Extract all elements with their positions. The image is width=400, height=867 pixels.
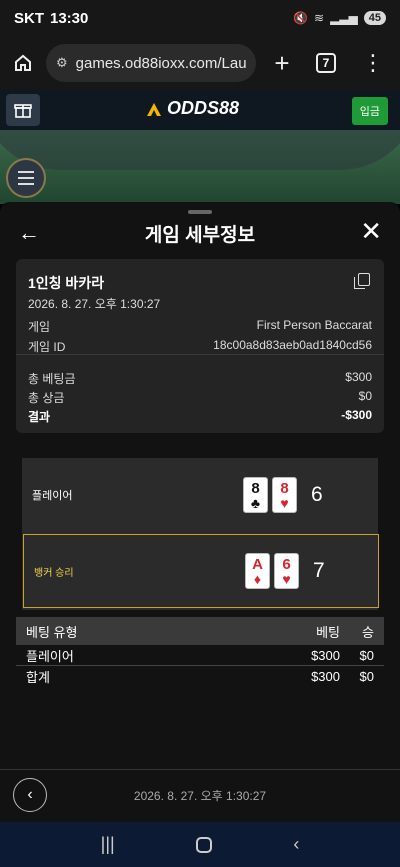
browser-toolbar: ⚙ games.od88ioxx.com/Laun + 7 ⋮ — [0, 36, 400, 90]
site-settings-icon[interactable]: ⚙ — [56, 55, 68, 71]
carrier: SKT — [14, 9, 44, 27]
game-name: 1인칭 바카라 — [28, 275, 105, 291]
sheet-footer: ‹ 2026. 8. 27. 오후 1:30:27 — [0, 769, 400, 821]
game-id-value: 18c00a8d83aeb0ad1840cd56 — [213, 338, 372, 352]
banker-hand-label: 뱅커 승리 — [34, 567, 74, 579]
bet-table: 베팅 유형 베팅 승 플레이어 $300 $0 합계 $300 $0 — [16, 617, 384, 687]
game-date-row: 2026. 8. 27. 오후 1:30:27 — [28, 295, 372, 312]
home-button[interactable] — [0, 53, 46, 73]
home-nav-icon[interactable] — [196, 836, 212, 853]
win-amount-cell: $0 — [359, 647, 374, 663]
tab-switcher-button[interactable]: 7 — [316, 53, 336, 73]
signal-icon: ▂▃▅ — [330, 11, 358, 25]
total-bet-row: 총 베팅금 $300 — [28, 370, 372, 387]
page-title: 게임 세부정보 — [144, 225, 256, 246]
game-summary-card: 1인칭 바카라 2026. 8. 27. 오후 1:30:27 게임 First … — [16, 259, 384, 433]
player-hand-label: 플레이어 — [32, 490, 73, 502]
site-header: ODDS88 입금 — [0, 90, 400, 130]
divider — [16, 354, 384, 355]
total-bet-cell: $300 — [311, 669, 340, 684]
player-hand: 플레이어 8 ♣ 8 ♥ 6 — [22, 458, 378, 532]
wifi-icon: ≋ — [314, 11, 325, 25]
new-tab-button[interactable]: + — [256, 48, 308, 79]
total-win-label: 총 상금 — [28, 391, 65, 405]
more-menu-icon[interactable]: ⋮ — [350, 50, 384, 76]
playing-card: A ♦ — [245, 553, 270, 589]
system-nav-bar: ||| ‹ — [0, 822, 400, 867]
total-bet-label: 총 베팅금 — [28, 372, 76, 386]
footer-date: 2026. 8. 27. 오후 1:30:27 — [133, 789, 267, 803]
playing-card: 8 ♣ — [243, 477, 268, 513]
game-menu-button[interactable] — [6, 158, 46, 198]
mute-icon: 🔇 — [293, 11, 308, 25]
clock: 13:30 — [50, 9, 89, 27]
column-header: 승 — [362, 624, 374, 640]
banker-hand: 뱅커 승리 A ♦ 6 ♥ 7 — [23, 534, 379, 608]
bet-amount-cell: $300 — [311, 647, 340, 663]
logo-mark-icon — [147, 102, 161, 116]
column-header: 베팅 유형 — [26, 624, 78, 640]
recents-icon[interactable]: ||| — [101, 834, 115, 855]
player-cards: 8 ♣ 8 ♥ — [243, 477, 297, 513]
playing-card: 6 ♥ — [274, 553, 299, 589]
result-value: -$300 — [341, 408, 372, 422]
url-text: games.od88ioxx.com/Laun — [75, 54, 246, 72]
player-score: 6 — [311, 483, 323, 506]
column-header: 베팅 — [316, 624, 340, 640]
bet-table-header: 베팅 유형 베팅 승 — [16, 617, 384, 645]
chevron-left-icon: ‹ — [27, 786, 33, 803]
total-win-value: $0 — [358, 389, 372, 403]
home-icon — [15, 54, 31, 71]
back-nav-icon[interactable]: ‹ — [293, 834, 299, 855]
gift-icon — [14, 104, 32, 118]
banker-cards: A ♦ 6 ♥ — [245, 553, 299, 589]
game-id-row: 게임 ID 18c00a8d83aeb0ad1840cd56 — [28, 338, 372, 355]
copy-icon[interactable] — [354, 273, 370, 289]
drag-handle[interactable] — [188, 210, 212, 214]
gift-button[interactable] — [6, 94, 40, 126]
game-date: 2026. 8. 27. 오후 1:30:27 — [28, 297, 161, 311]
result-label: 결과 — [28, 410, 51, 424]
site-logo[interactable]: ODDS88 — [145, 98, 239, 119]
game-details-sheet: ← 게임 세부정보 ✕ 1인칭 바카라 2026. 8. 27. 오후 1:30… — [0, 202, 400, 822]
game-id-label: 게임 ID — [28, 340, 66, 354]
address-bar[interactable]: ⚙ games.od88ioxx.com/Laun — [46, 44, 256, 82]
total-label: 합계 — [26, 670, 50, 685]
game-value: First Person Baccarat — [256, 318, 372, 332]
result-row: 결과 -$300 — [28, 408, 372, 425]
total-bet-value: $300 — [345, 370, 372, 384]
logo-text: ODDS88 — [167, 98, 240, 118]
hands-board: 플레이어 8 ♣ 8 ♥ 6 뱅커 승리 A ♦ 6 ♥ 7 — [22, 458, 379, 610]
close-icon[interactable]: ✕ — [360, 216, 382, 247]
previous-button[interactable]: ‹ — [13, 778, 47, 812]
bet-type-cell: 플레이어 — [26, 648, 74, 664]
table-row: 플레이어 $300 $0 — [16, 645, 384, 666]
total-win-row: 총 상금 $0 — [28, 389, 372, 406]
game-label: 게임 — [28, 320, 51, 334]
total-win-cell: $0 — [359, 669, 374, 684]
banker-score: 7 — [313, 559, 325, 582]
game-table-background — [0, 130, 400, 204]
playing-card: 8 ♥ — [272, 477, 297, 513]
deposit-button[interactable]: 입금 — [351, 97, 388, 125]
status-bar: SKT 13:30 🔇 ≋ ▂▃▅ 45 — [0, 0, 400, 36]
game-type-row: 게임 First Person Baccarat — [28, 318, 372, 335]
battery-icon: 45 — [363, 11, 386, 25]
total-row: 합계 $300 $0 — [16, 666, 384, 687]
